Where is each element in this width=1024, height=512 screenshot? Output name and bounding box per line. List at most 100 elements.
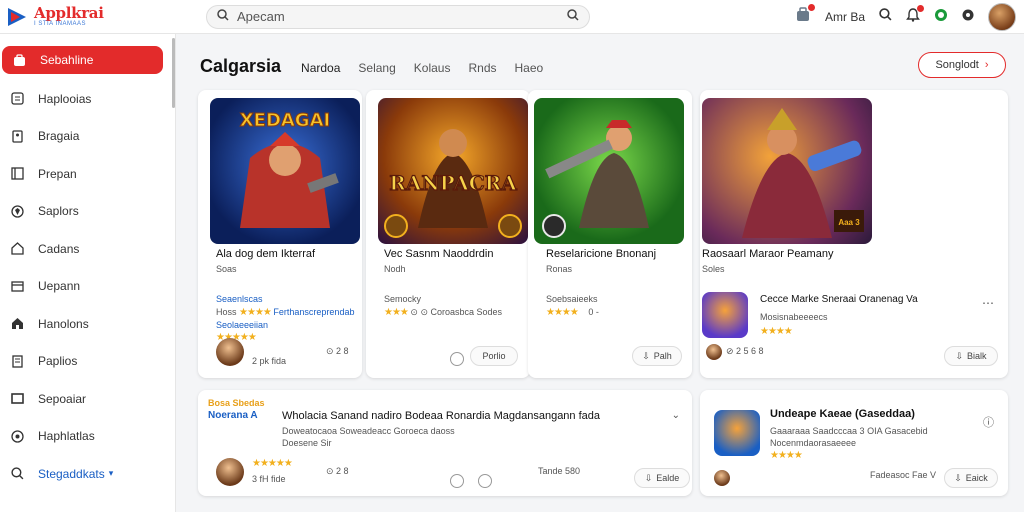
user-name[interactable]: Amr Ba [825,10,865,24]
developer-avatar[interactable] [714,470,730,486]
logo-play-icon [6,6,28,28]
promo-tag-2: Noerana A [208,410,258,421]
app-card-1[interactable]: XEDAGAI Ala dog dem Ikterraf Soas Seaenl… [198,90,362,378]
install-button[interactable]: ⇩ Bialk [944,346,998,366]
download-icon: ⇩ [955,350,964,361]
developer-avatar[interactable] [706,344,722,360]
search-bar[interactable] [206,4,590,29]
sidebar-item-7[interactable]: Hanolons [0,305,175,343]
user-avatar[interactable] [988,3,1016,31]
app-subtitle: Soas [216,264,237,274]
monitor-icon [10,392,24,406]
store-icon [12,53,26,67]
sidebar-item-11[interactable]: Stegaddkats ▾ [0,455,175,493]
sidebar-item-8[interactable]: Paplios [0,343,175,381]
like-icon[interactable] [478,474,492,488]
download-icon: ⇩ [644,472,653,483]
main-content: Calgarsia Nardoa Selang Kolaus Rnds Haeo… [188,34,1018,512]
window-icon [10,279,24,293]
app-description: Doweatocaoa Soweadeacc Goroeca daoss [282,426,455,436]
app-logo[interactable]: Applkrai I STIA INAMAAS [6,6,196,28]
app-category: Seaenlscas [216,294,263,304]
developer-avatar[interactable] [216,338,244,366]
sidebar-item-4[interactable]: Saplors [0,193,175,231]
install-button[interactable]: Porlio [470,346,518,366]
app-title: Raosaarl Maraor Peamany [702,248,834,260]
sidebar-item-2[interactable]: Bragaia [0,118,175,156]
app-card-4[interactable]: Aaa 3 Raosaarl Maraor Peamany Soles Cecc… [700,90,1008,378]
related-app-title[interactable]: Cecce Marke Sneraai Oranenag Va [760,294,918,305]
install-button[interactable]: ⇩ Eaick [944,468,998,488]
sidebar-item-6[interactable]: Uepann [0,268,175,306]
app-title: Undeape Kaeae (Gaseddaa) [770,408,915,420]
more-options-icon[interactable]: ⋯ [982,296,994,310]
home-icon [10,242,24,256]
category-tabs: Calgarsia Nardoa Selang Kolaus Rnds Haeo [200,56,543,77]
tab-1[interactable]: Selang [358,61,395,75]
game-artwork-1[interactable]: XEDAGAI [210,98,360,244]
sidebar-item-9[interactable]: Sepoaiar [0,380,175,418]
game-art-title: RANPACRA [389,171,517,195]
app-title: Wholacia Sanand nadiro Bodeaa Ronardia M… [282,410,601,422]
share-icon[interactable] [450,474,464,488]
download-icon: ⇩ [954,472,962,483]
app-card-2[interactable]: RANPACRA Vec Sasnm Naoddrdin Nodh Semock… [366,90,530,378]
wishlist-icon[interactable] [450,352,464,366]
tab-3[interactable]: Rnds [468,61,496,75]
promo-tag: Bosa Sbedas [208,398,265,408]
app-card-6[interactable]: Undeape Kaeae (Gaseddaa) ⓘ Gaaaraaa Saad… [700,390,1008,496]
related-app-icon[interactable] [702,292,748,338]
tab-0[interactable]: Nardoa [301,61,340,75]
app-card-3[interactable]: Reselaricione Bnonanj Ronas Soebsaieeks … [528,90,692,378]
install-button[interactable]: ⇩ Ealde [634,468,690,488]
app-developer: Seolaeeeiian [216,320,269,330]
download-stat: Tande 580 [538,466,581,476]
download-count: 3 fH fide [252,474,286,484]
sidebar-item-1[interactable]: Haplooias [0,80,175,118]
header-search-icon[interactable] [879,8,892,26]
status-online-icon[interactable] [934,8,948,27]
developer-avatar[interactable] [216,458,244,486]
tag-icon [10,129,24,143]
search-icon [217,8,229,26]
game-artwork-3[interactable] [534,98,684,244]
cart-icon[interactable] [795,3,815,28]
sort-button[interactable]: Songlodt › [918,52,1006,78]
shield-status-icon[interactable] [962,8,974,26]
bell-icon[interactable] [906,4,924,27]
sidebar-scrollbar[interactable] [172,38,175,108]
search-icon [10,467,24,481]
sidebar-item-10[interactable]: Haphlatlas [0,418,175,456]
sidebar-item-0[interactable]: Sebahline [2,46,163,74]
chevron-down-icon[interactable]: ⌄ [672,410,680,421]
app-description: Gaaaraaa Saadcccaa 3 OIA Gasacebid [770,426,928,436]
app-rating-row: ★★★★ 0 - [546,307,599,318]
shield-icon [10,204,24,218]
star-rating: ★★★★ [770,450,803,461]
game-artwork-2[interactable]: RANPACRA [378,98,528,244]
category-title: Calgarsia [200,56,282,76]
search-submit-icon[interactable] [567,8,579,26]
app-card-5[interactable]: Bosa Sbedas Noerana A Wholacia Sanand na… [198,390,692,496]
game-artwork-4[interactable]: Aaa 3 [702,98,872,244]
grid-icon [10,92,24,106]
tab-4[interactable]: Haeo [515,61,544,75]
sidebar: Sebahline Haplooias Bragaia Prepan Saplo… [0,34,176,512]
sidebar-item-5[interactable]: Cadans [0,230,175,268]
download-icon: ⇩ [642,350,650,361]
app-subtitle: Soles [702,264,725,274]
app-detail: Doesene Sir [282,438,332,448]
sidebar-item-3[interactable]: Prepan [0,155,175,193]
app-icon[interactable] [714,410,760,456]
app-category: Semocky [384,294,422,304]
info-icon[interactable]: ⓘ [983,414,994,430]
app-subtitle: Ronas [546,264,573,274]
download-stat: Fadeasoc Fae V [870,470,937,480]
install-button[interactable]: ⇩ Palh [632,346,682,366]
globe-icon [10,429,24,443]
download-stat: ⊘ 2 5 6 8 [726,346,764,356]
install-count: ⊙ 2 8 [326,466,349,476]
star-rating: ★★★★ [239,307,272,318]
tab-2[interactable]: Kolaus [414,61,451,75]
search-input[interactable] [237,9,567,24]
